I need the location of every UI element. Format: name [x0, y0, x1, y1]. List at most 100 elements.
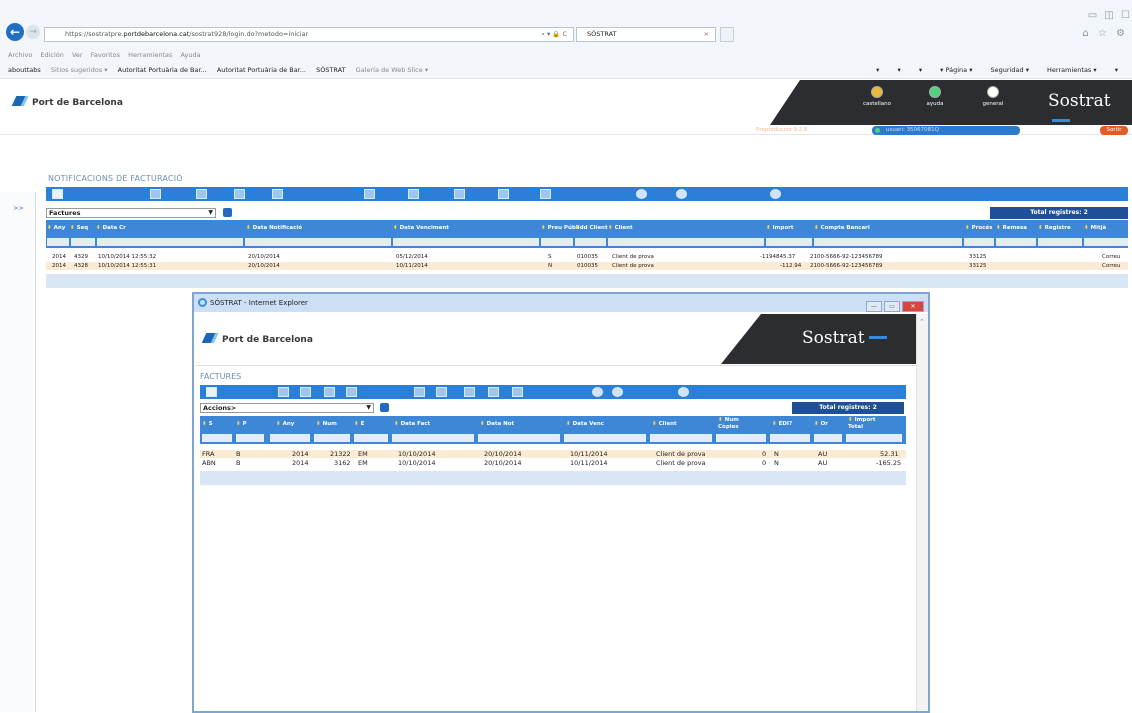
filter-data-fact[interactable]	[392, 434, 474, 442]
col-data-not[interactable]: Data Not	[480, 416, 515, 432]
general-button[interactable]: general	[973, 86, 1013, 107]
chart-icon[interactable]	[488, 387, 499, 397]
col-id-client[interactable]: Id Client	[575, 220, 608, 236]
filter-client[interactable]	[608, 238, 764, 246]
popup-go-button[interactable]	[380, 403, 389, 412]
print-icon[interactable]	[272, 189, 283, 199]
help-button[interactable]: ayuda	[915, 86, 955, 107]
filter-edi[interactable]	[770, 434, 810, 442]
filter-icon[interactable]	[364, 189, 375, 199]
filter-any[interactable]	[47, 238, 69, 246]
select-all-icon[interactable]	[278, 387, 289, 397]
fav-sitios[interactable]: Sitios sugeridos ▾	[51, 66, 108, 74]
col-compte-bancari[interactable]: Compte Bancari	[814, 220, 870, 236]
main-select[interactable]: Factures ▼	[46, 208, 216, 218]
browser-tab[interactable]: SÓSTRAT ×	[576, 27, 716, 42]
clear-filter-icon[interactable]	[408, 189, 419, 199]
col-mitja[interactable]: Mitjà	[1084, 220, 1107, 236]
fav-autoritat-2[interactable]: Autoritat Portuària de Bar...	[217, 66, 306, 74]
filter-import[interactable]	[766, 238, 812, 246]
filter-mitja[interactable]	[1084, 238, 1128, 246]
col-num-copies[interactable]: Num Còpies	[718, 417, 754, 431]
fav-galeria[interactable]: Galería de Web Slice ▾	[356, 66, 428, 74]
address-bar[interactable]: https://sostratpre.portdebarcelona.cat/s…	[44, 27, 574, 42]
col-data-venciment[interactable]: Data Venciment	[393, 220, 449, 236]
clear-filter-icon[interactable]	[436, 387, 447, 397]
home-fav-settings-icons[interactable]: ⌂ ☆ ⚙	[1082, 28, 1128, 39]
filter-s[interactable]	[202, 434, 232, 442]
filter-any[interactable]	[270, 434, 310, 442]
table-row[interactable]: ABN B 2014 3162 EM 10/10/2014 20/10/2014…	[200, 459, 906, 467]
cmd-home[interactable]: ▾	[876, 66, 879, 74]
back-button[interactable]: ←	[6, 23, 24, 41]
forward-button[interactable]: →	[26, 25, 40, 39]
filter-e[interactable]	[354, 434, 388, 442]
cmd-feeds[interactable]: ▾	[897, 66, 900, 74]
filter-remesa[interactable]	[996, 238, 1036, 246]
col-p[interactable]: P	[236, 416, 247, 432]
col-any[interactable]: Any	[47, 220, 66, 236]
chart-icon[interactable]	[498, 189, 509, 199]
col-data-venc[interactable]: Data Venc	[566, 416, 604, 432]
col-data-fact[interactable]: Data Fact	[394, 416, 431, 432]
menu-archivo[interactable]: Archivo	[8, 51, 32, 59]
table-row[interactable]: 2014 4328 10/10/2014 12:55:31 20/10/2014…	[46, 262, 1128, 270]
tab-close-icon[interactable]: ×	[704, 28, 709, 41]
menu-ver[interactable]: Ver	[72, 51, 83, 59]
filter-id-client[interactable]	[575, 238, 606, 246]
filter-num-copies[interactable]	[716, 434, 766, 442]
table-row[interactable]: FRA B 2014 21322 EM 10/10/2014 20/10/201…	[200, 450, 906, 458]
filter-proces[interactable]	[964, 238, 994, 246]
filter-data-venc[interactable]	[564, 434, 646, 442]
refresh-icon[interactable]	[676, 189, 687, 199]
select-all-icon[interactable]	[150, 189, 161, 199]
col-edi[interactable]: EDI?	[772, 416, 793, 432]
info-icon[interactable]	[678, 387, 689, 397]
settings-icon[interactable]	[636, 189, 647, 199]
filter-import-total[interactable]	[846, 434, 902, 442]
deselect-icon[interactable]	[196, 189, 207, 199]
filter-num[interactable]	[314, 434, 350, 442]
popup-actions-select[interactable]: Accions> ▼	[200, 403, 374, 413]
sort-icon[interactable]	[464, 387, 475, 397]
minimize-button[interactable]: —	[866, 301, 882, 312]
refresh-icon[interactable]	[612, 387, 623, 397]
window-controls[interactable]: ▭ ◫ ☐	[1088, 10, 1132, 21]
col-any[interactable]: Any	[276, 416, 295, 432]
maximize-button[interactable]: ▭	[884, 301, 900, 312]
excel-export-icon[interactable]	[234, 189, 245, 199]
col-s[interactable]: S	[202, 416, 213, 432]
language-button[interactable]: castellano	[857, 86, 897, 107]
popup-scrollbar[interactable]: ⌃	[916, 314, 928, 711]
address-controls[interactable]: ⌕ ▾ 🔒 C	[541, 28, 567, 41]
excel-export-icon[interactable]	[324, 387, 335, 397]
filter-compte-bancari[interactable]	[814, 238, 962, 246]
expand-sidebar-button[interactable]: >>	[13, 204, 24, 212]
filter-registre[interactable]	[1038, 238, 1082, 246]
filter-data-cr[interactable]	[97, 238, 243, 246]
info-icon[interactable]	[770, 189, 781, 199]
report-icon[interactable]	[540, 189, 551, 199]
cmd-seguridad[interactable]: Seguridad ▾	[991, 66, 1029, 74]
fav-sostrat[interactable]: SÓSTRAT	[316, 66, 346, 74]
cmd-pagina[interactable]: ▾ Página ▾	[940, 66, 972, 74]
menu-herramientas[interactable]: Herramientas	[128, 51, 172, 59]
fav-abouttabs[interactable]: abouttabs	[8, 66, 41, 74]
col-remesa[interactable]: Remesa	[996, 220, 1027, 236]
cmd-help[interactable]: ▾	[1115, 66, 1118, 74]
filter-preu-public[interactable]	[541, 238, 573, 246]
col-e[interactable]: E	[354, 416, 365, 432]
menu-ayuda[interactable]: Ayuda	[180, 51, 200, 59]
col-proces[interactable]: Procés	[965, 220, 993, 236]
col-import-total[interactable]: Import Total	[848, 417, 888, 431]
filter-data-not[interactable]	[478, 434, 560, 442]
close-button[interactable]: ✕	[902, 301, 924, 312]
print-icon[interactable]	[346, 387, 357, 397]
col-num[interactable]: Num	[316, 416, 337, 432]
table-row[interactable]: 2014 4329 10/10/2014 12:55:32 20/10/2014…	[46, 253, 1128, 261]
filter-p[interactable]	[236, 434, 264, 442]
filter-or[interactable]	[814, 434, 842, 442]
main-go-button[interactable]	[223, 208, 232, 217]
menu-favoritos[interactable]: Favoritos	[91, 51, 120, 59]
col-registre[interactable]: Registre	[1038, 220, 1071, 236]
